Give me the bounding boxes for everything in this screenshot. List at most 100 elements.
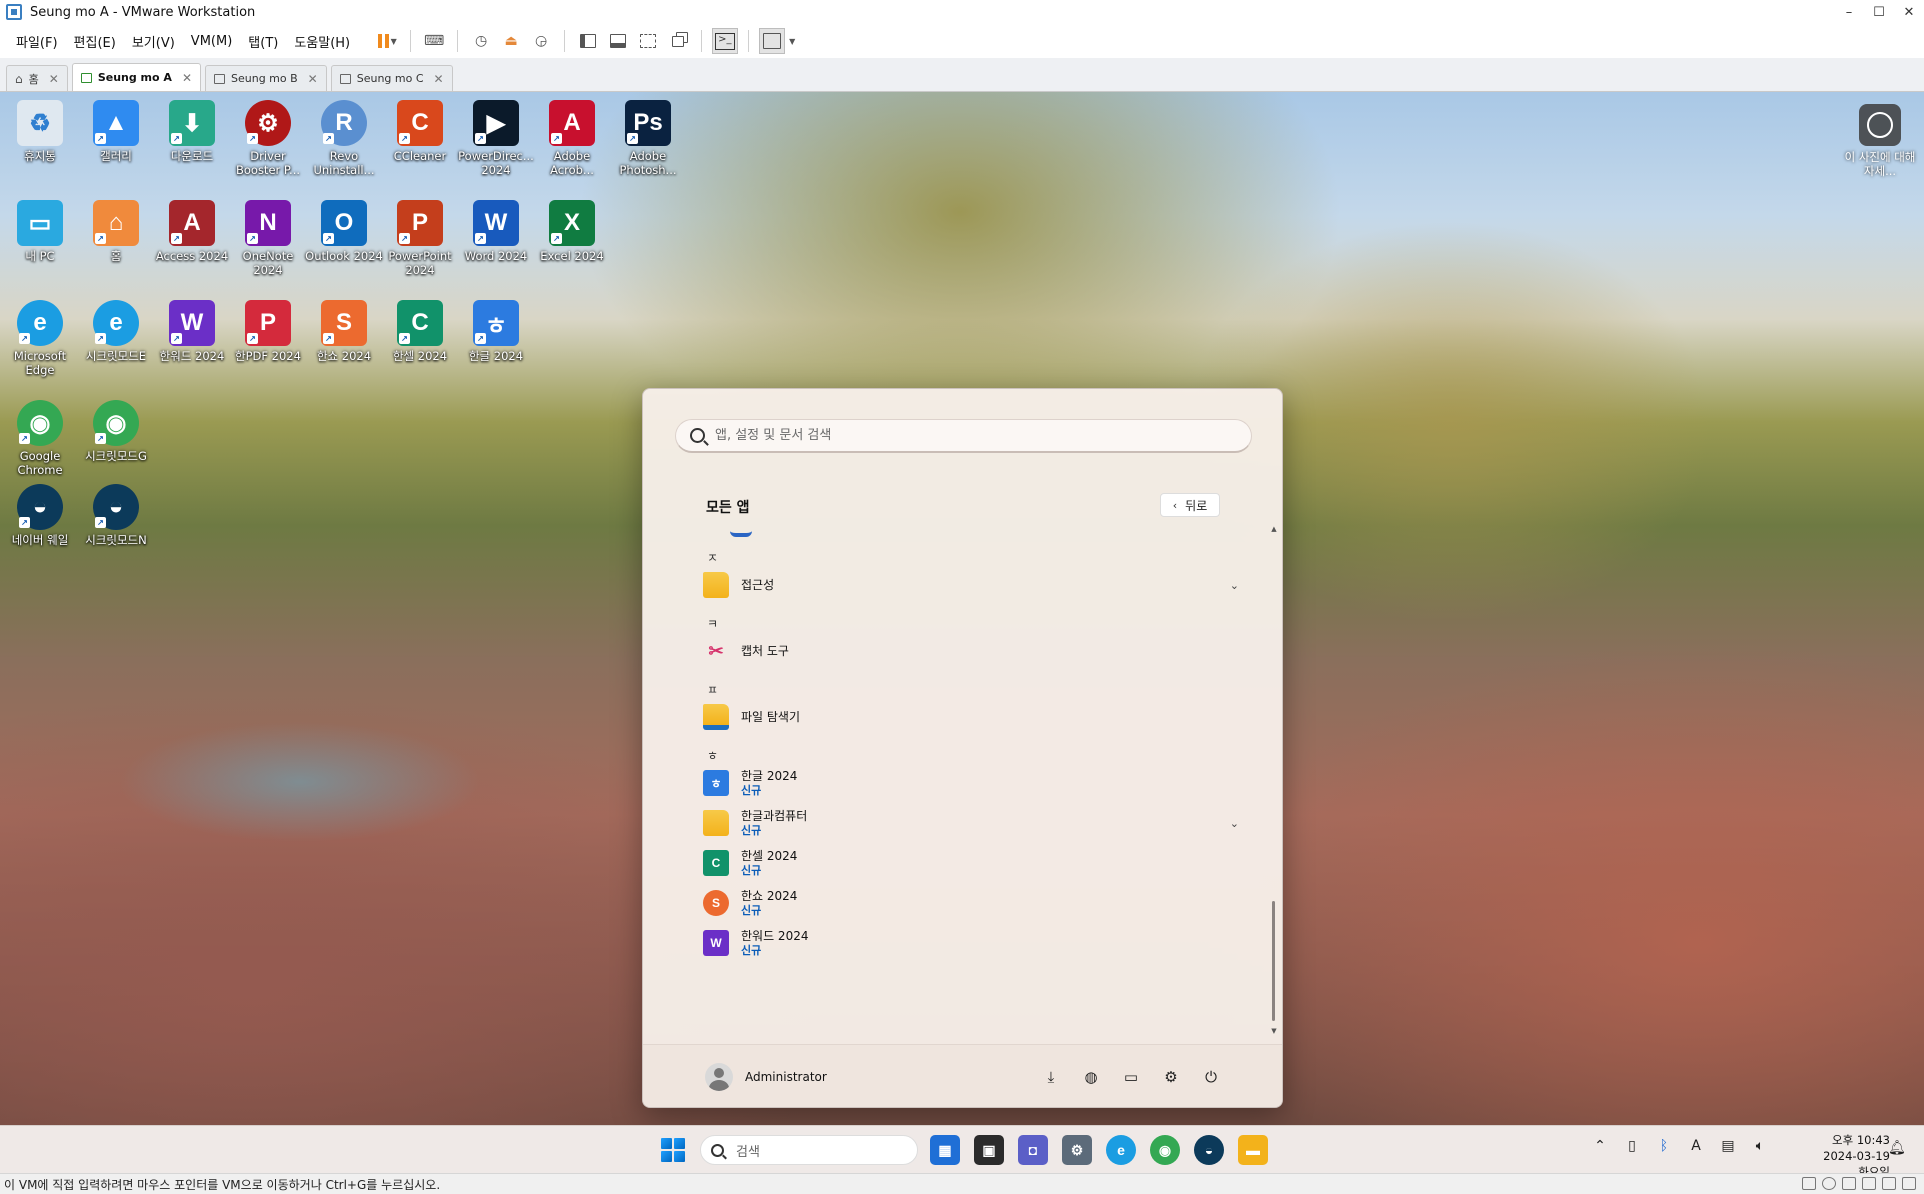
ime-indicator[interactable]: A <box>1686 1138 1706 1154</box>
letter-header-h[interactable]: ㅎ <box>707 747 718 764</box>
desktop-icon[interactable]: ♻ 휴지통 <box>2 100 78 163</box>
tab-seung-mo-a[interactable]: Seung mo A ✕ <box>71 63 201 91</box>
bluetooth-icon[interactable]: ᛒ <box>1654 1138 1674 1154</box>
settings-icon[interactable]: ⚙ <box>1160 1066 1182 1088</box>
start-button[interactable] <box>661 1138 685 1162</box>
desktop-icon[interactable]: ⚙ ↗ Driver Booster P... <box>230 100 306 177</box>
desktop-icon[interactable]: ◉ ↗ 시크릿모드G <box>78 400 154 463</box>
full-screen-button[interactable] <box>635 28 661 54</box>
show-library-button[interactable] <box>575 28 601 54</box>
chrome-icon[interactable]: ◉ <box>1150 1135 1180 1165</box>
menu-view[interactable]: 보기(V) <box>124 24 183 58</box>
downloads-icon[interactable]: ⤓ <box>1040 1066 1062 1088</box>
desktop-icon[interactable]: e ↗ 시크릿모드E <box>78 300 154 363</box>
list-item-snipping-tool[interactable]: ✂ 캡처 도구 <box>693 633 1249 669</box>
network-adapter-icon[interactable] <box>1842 1177 1856 1190</box>
revert-snapshot-button[interactable]: ⏏ <box>498 28 524 54</box>
desktop-icon[interactable]: ⌂ ↗ 홈 <box>78 200 154 263</box>
desktop-icon[interactable]: ▲ ↗ 갤러리 <box>78 100 154 163</box>
close-tab-icon[interactable]: ✕ <box>434 72 444 86</box>
sound-card-icon[interactable] <box>1882 1177 1896 1190</box>
list-item-hancom-folder[interactable]: 한글과컴퓨터 신규 ⌄ <box>693 805 1249 841</box>
letter-header-k[interactable]: ㅋ <box>707 615 718 632</box>
show-thumbnails-button[interactable] <box>605 28 631 54</box>
desktop-icon[interactable]: S ↗ 한쇼 2024 <box>306 300 382 363</box>
guest-desktop[interactable]: ♻ 휴지통 ▲ ↗ 갤러리 ⬇ ↗ 다운로드 ⚙ ↗ Driver Booster P... R ↗ Re… <box>0 92 1924 1125</box>
desktop-icon[interactable]: ◒ ↗ 네이버 웨일 <box>2 484 78 547</box>
scroll-up-icon[interactable]: ▲ <box>1270 525 1278 533</box>
desktop-icon[interactable]: ⬇ ↗ 다운로드 <box>154 100 230 163</box>
list-item-hanshow-2024[interactable]: S 한쇼 2024 신규 <box>693 885 1249 921</box>
maximize-button[interactable]: ☐ <box>1864 0 1894 24</box>
desktop-icon[interactable]: W ↗ 한워드 2024 <box>154 300 230 363</box>
file-explorer-icon[interactable]: ▬ <box>1238 1135 1268 1165</box>
chevron-down-icon[interactable]: ▼ <box>789 37 795 46</box>
edge-icon[interactable]: e <box>1106 1135 1136 1165</box>
list-item-hangul-2024[interactable]: ㅎ 한글 2024 신규 <box>693 765 1249 801</box>
chevron-up-icon[interactable]: ⌃ <box>1590 1138 1610 1154</box>
tab-home[interactable]: ⌂ 홈 ✕ <box>6 65 68 91</box>
desktop-icon[interactable]: R ↗ Revo Uninstall... <box>306 100 382 177</box>
letter-header-p[interactable]: ㅍ <box>707 681 718 698</box>
desktop-icon[interactable]: ▭ 내 PC <box>2 200 78 263</box>
list-item-file-explorer[interactable]: 파일 탐색기 <box>693 699 1249 735</box>
desktop-icon[interactable]: ◉ ↗ Google Chrome <box>2 400 78 477</box>
tab-seung-mo-b[interactable]: Seung mo B ✕ <box>205 65 327 91</box>
desktop-icon[interactable]: ▶ ↗ PowerDirec... 2024 <box>458 100 534 177</box>
whale-icon[interactable]: ◒ <box>1194 1135 1224 1165</box>
letter-header-j[interactable]: ㅈ <box>707 549 718 566</box>
menu-edit[interactable]: 편집(E) <box>66 24 124 58</box>
pause-vm-button[interactable]: ▼ <box>374 28 400 54</box>
stretch-guest-button[interactable] <box>759 28 786 54</box>
snapshot-button[interactable]: ◷ <box>468 28 494 54</box>
start-search-box[interactable] <box>675 419 1252 453</box>
desktop-icon[interactable]: X ↗ Excel 2024 <box>534 200 610 263</box>
unity-button[interactable] <box>665 28 691 54</box>
display-icon[interactable] <box>1902 1177 1916 1190</box>
start-search-input[interactable] <box>715 428 1215 443</box>
scroll-down-icon[interactable]: ▼ <box>1270 1027 1278 1035</box>
desktop-icon[interactable]: N ↗ OneNote 2024 <box>230 200 306 277</box>
desktop-icon[interactable]: ㅎ ↗ 한글 2024 <box>458 300 534 363</box>
user-account-button[interactable]: Administrator <box>705 1063 827 1091</box>
hard-disk-icon[interactable] <box>1802 1177 1816 1190</box>
desktop-icon[interactable]: O ↗ Outlook 2024 <box>305 200 383 263</box>
console-view-button[interactable]: >_ <box>712 28 739 54</box>
menu-tabs[interactable]: 탭(T) <box>240 24 286 58</box>
desktop-icon[interactable]: A ↗ Access 2024 <box>154 200 230 263</box>
usb-device-icon[interactable]: ▯ <box>1622 1138 1642 1154</box>
snapshot-manager-button[interactable]: ◶ <box>528 28 554 54</box>
list-item-hancell-2024[interactable]: C 한셀 2024 신규 <box>693 845 1249 881</box>
teams-chat-icon[interactable]: ◘ <box>1018 1135 1048 1165</box>
taskbar-search[interactable]: 검색 <box>700 1135 918 1165</box>
desktop-icon[interactable]: e ↗ Microsoft Edge <box>2 300 78 377</box>
usb-icon[interactable] <box>1862 1177 1876 1190</box>
network-icon[interactable]: ▤ <box>1718 1138 1738 1154</box>
desktop-icon[interactable]: P ↗ 한PDF 2024 <box>230 300 306 363</box>
send-ctrl-alt-del-button[interactable]: ⌨ <box>421 28 447 54</box>
volume-icon[interactable]: 🔈︎ <box>1750 1138 1770 1154</box>
tab-seung-mo-c[interactable]: Seung mo C ✕ <box>330 65 453 91</box>
list-item-accessibility[interactable]: 접근성 ⌄ <box>693 567 1249 603</box>
desktop-icon[interactable]: P ↗ PowerPoint 2024 <box>382 200 458 277</box>
list-item-hanword-2024[interactable]: W 한워드 2024 신규 <box>693 925 1249 961</box>
close-tab-icon[interactable]: ✕ <box>49 72 59 86</box>
desktop-icon[interactable]: A ↗ Adobe Acrob... <box>534 100 610 177</box>
notification-bell-icon[interactable]: 🔔︎ <box>1888 1140 1906 1156</box>
minimize-button[interactable]: – <box>1834 0 1864 24</box>
desktop-icon[interactable]: ◒ ↗ 시크릿모드N <box>78 484 154 547</box>
menu-file[interactable]: 파일(F) <box>8 24 66 58</box>
chevron-down-icon[interactable]: ⌄ <box>1230 817 1239 830</box>
file-explorer-icon[interactable]: ▭ <box>1120 1066 1142 1088</box>
back-button[interactable]: ‹ 뒤로 <box>1160 493 1220 517</box>
power-icon[interactable]: ⏻ <box>1200 1066 1222 1088</box>
all-apps-scrollbar[interactable]: ▲ ▼ <box>1270 525 1278 1035</box>
desktop-icon[interactable]: C ↗ 한셀 2024 <box>382 300 458 363</box>
close-tab-icon[interactable]: ✕ <box>182 71 192 85</box>
desktop-icon[interactable]: C ↗ CCleaner <box>382 100 458 163</box>
chevron-down-icon[interactable]: ⌄ <box>1230 579 1239 592</box>
settings-icon[interactable]: ⚙ <box>1062 1135 1092 1165</box>
menu-help[interactable]: 도움말(H) <box>286 24 358 58</box>
desktop-icon[interactable]: W ↗ Word 2024 <box>458 200 534 263</box>
task-view-icon[interactable]: ▣ <box>974 1135 1004 1165</box>
